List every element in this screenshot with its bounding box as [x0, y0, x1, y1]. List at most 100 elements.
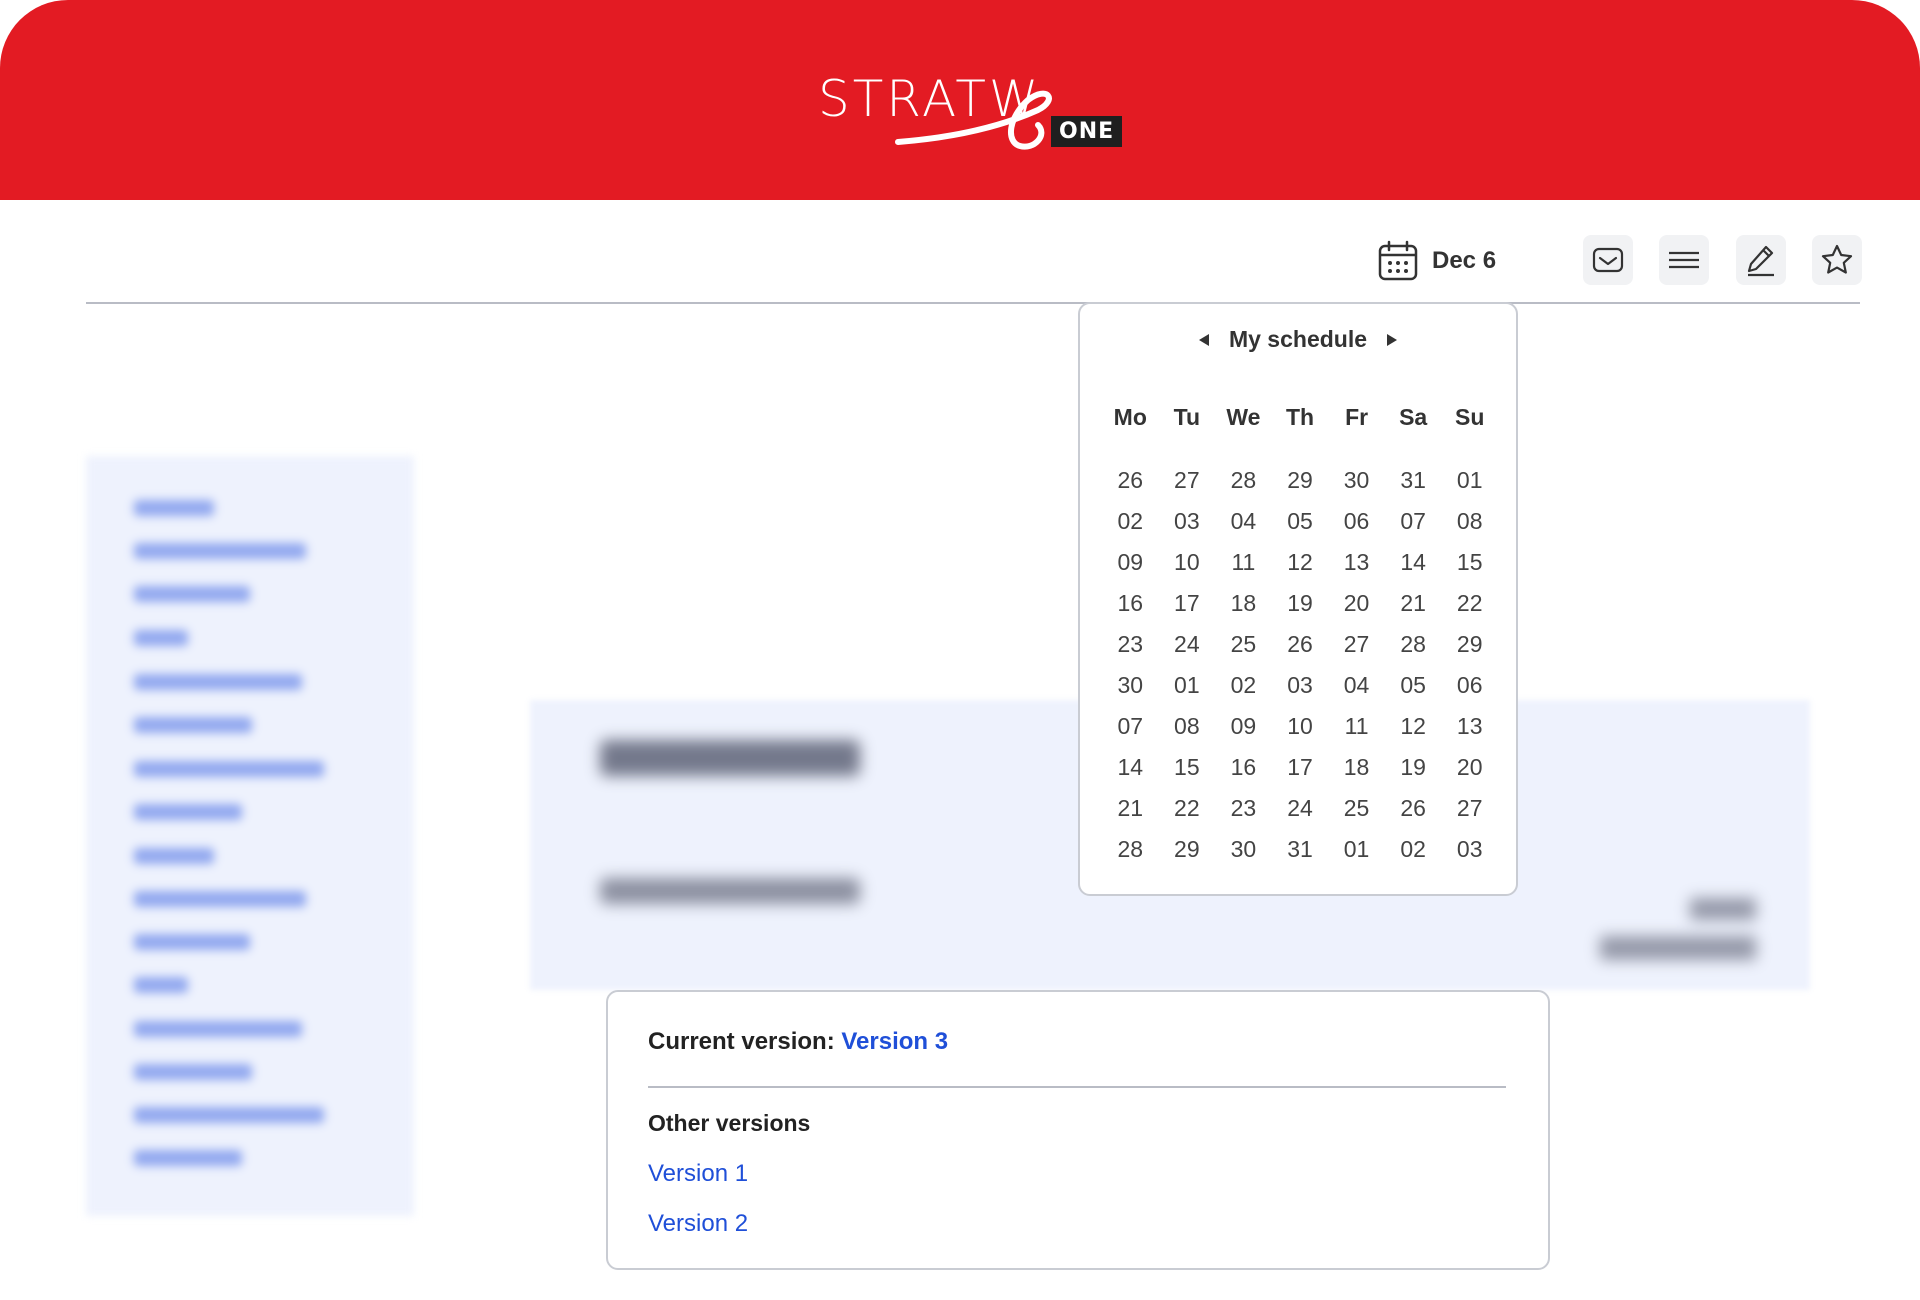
- calendar-day[interactable]: 29: [1441, 630, 1498, 658]
- calendar-day[interactable]: 10: [1159, 548, 1216, 576]
- calendar-day[interactable]: 20: [1328, 589, 1385, 617]
- prev-month-button[interactable]: [1193, 329, 1215, 351]
- calendar-day[interactable]: 09: [1102, 548, 1159, 576]
- calendar-day[interactable]: 20: [1441, 753, 1498, 781]
- calendar-day[interactable]: 27: [1328, 630, 1385, 658]
- triangle-right-icon: [1387, 333, 1398, 346]
- calendar-day[interactable]: 29: [1272, 466, 1329, 494]
- calendar-day[interactable]: 03: [1441, 835, 1498, 863]
- divider: [648, 1086, 1506, 1088]
- other-versions-title: Other versions: [648, 1110, 811, 1136]
- calendar-day[interactable]: 27: [1441, 794, 1498, 822]
- calendar-day[interactable]: 06: [1328, 507, 1385, 535]
- calendar-day[interactable]: 30: [1215, 835, 1272, 863]
- weekday-label: Fr: [1345, 404, 1369, 430]
- calendar-day[interactable]: 21: [1102, 794, 1159, 822]
- blurred-sidebar: [86, 456, 414, 1216]
- calendar-day[interactable]: 28: [1215, 466, 1272, 494]
- schedule-header: My schedule: [1080, 326, 1516, 353]
- calendar-day[interactable]: 01: [1159, 671, 1216, 699]
- calendar-day[interactable]: 12: [1272, 548, 1329, 576]
- calendar-day[interactable]: 24: [1272, 794, 1329, 822]
- calendar-day[interactable]: 18: [1328, 753, 1385, 781]
- version-link-2[interactable]: Version 2: [648, 1210, 748, 1238]
- calendar-day[interactable]: 14: [1385, 548, 1442, 576]
- calendar-day[interactable]: 22: [1159, 794, 1216, 822]
- calendar-day[interactable]: 30: [1102, 671, 1159, 699]
- calendar-day[interactable]: 13: [1328, 548, 1385, 576]
- calendar-day[interactable]: 23: [1102, 630, 1159, 658]
- calendar-day[interactable]: 01: [1328, 835, 1385, 863]
- header-bar: STRATW ONE: [0, 0, 1920, 200]
- calendar-day[interactable]: 03: [1272, 671, 1329, 699]
- calendar-day[interactable]: 15: [1441, 548, 1498, 576]
- calendar-day[interactable]: 08: [1159, 712, 1216, 740]
- calendar-day[interactable]: 02: [1215, 671, 1272, 699]
- date-button[interactable]: Dec 6: [1376, 236, 1496, 286]
- menu-button[interactable]: [1659, 235, 1709, 285]
- calendar-day[interactable]: 25: [1215, 630, 1272, 658]
- calendar-day[interactable]: 22: [1441, 589, 1498, 617]
- calendar-day[interactable]: 19: [1272, 589, 1329, 617]
- toolbar: Dec 6: [86, 200, 1862, 304]
- inbox-icon: [1592, 247, 1624, 273]
- calendar-day[interactable]: 04: [1215, 507, 1272, 535]
- edit-icon: [1747, 245, 1774, 277]
- calendar-day[interactable]: 09: [1215, 712, 1272, 740]
- calendar-day[interactable]: 27: [1159, 466, 1216, 494]
- logo-swash-icon: [895, 90, 1052, 150]
- calendar-day[interactable]: 13: [1441, 712, 1498, 740]
- calendar-day[interactable]: 25: [1328, 794, 1385, 822]
- version-link-1[interactable]: Version 1: [648, 1160, 748, 1188]
- calendar-day[interactable]: 03: [1159, 507, 1216, 535]
- calendar-day[interactable]: 08: [1441, 507, 1498, 535]
- calendar-day[interactable]: 24: [1159, 630, 1216, 658]
- calendar-day[interactable]: 28: [1385, 630, 1442, 658]
- calendar-day[interactable]: 14: [1102, 753, 1159, 781]
- calendar-day[interactable]: 19: [1385, 753, 1442, 781]
- calendar-day[interactable]: 04: [1328, 671, 1385, 699]
- calendar-day[interactable]: 11: [1328, 712, 1385, 740]
- calendar-day[interactable]: 12: [1385, 712, 1442, 740]
- calendar-day[interactable]: 17: [1272, 753, 1329, 781]
- calendar-day[interactable]: 02: [1102, 507, 1159, 535]
- calendar-day[interactable]: 26: [1385, 794, 1442, 822]
- next-month-button[interactable]: [1381, 329, 1403, 351]
- calendar-day[interactable]: 07: [1102, 712, 1159, 740]
- calendar-day[interactable]: 01: [1441, 466, 1498, 494]
- favorite-button[interactable]: [1812, 235, 1862, 285]
- star-icon: [1821, 244, 1853, 274]
- calendar-day[interactable]: 26: [1272, 630, 1329, 658]
- calendar-day[interactable]: 23: [1215, 794, 1272, 822]
- weekday-label: Tu: [1173, 404, 1201, 430]
- calendar-day[interactable]: 02: [1385, 835, 1442, 863]
- calendar-day[interactable]: 16: [1215, 753, 1272, 781]
- brand-logo[interactable]: STRATW ONE: [818, 70, 1123, 150]
- app-frame: STRATW ONE Dec 6 My schedule Mo Tu We Th…: [0, 0, 1920, 1300]
- calendar-day[interactable]: 30: [1328, 466, 1385, 494]
- schedule-title: My schedule: [1228, 326, 1368, 352]
- calendar-day[interactable]: 11: [1215, 548, 1272, 576]
- calendar-day[interactable]: 05: [1385, 671, 1442, 699]
- calendar-day[interactable]: 17: [1159, 589, 1216, 617]
- weekday-label: Su: [1455, 404, 1485, 430]
- logo-badge: ONE: [1051, 116, 1123, 147]
- inbox-button[interactable]: [1583, 235, 1633, 285]
- current-version-link[interactable]: Version 3: [841, 1028, 948, 1055]
- calendar-day[interactable]: 28: [1102, 835, 1159, 863]
- calendar-day[interactable]: 10: [1272, 712, 1329, 740]
- calendar-day[interactable]: 29: [1159, 835, 1216, 863]
- calendar-day[interactable]: 07: [1385, 507, 1442, 535]
- calendar-day[interactable]: 05: [1272, 507, 1329, 535]
- calendar-day[interactable]: 31: [1385, 466, 1442, 494]
- calendar-day[interactable]: 15: [1159, 753, 1216, 781]
- calendar-day[interactable]: 18: [1215, 589, 1272, 617]
- calendar-days: 26 27 28 29 30 31 01 02 03 04 05 06 07 08 09 10 11 12 13 14…: [1102, 466, 1498, 863]
- schedule-popup: My schedule Mo Tu We Th Fr Sa Su 26 27 28 29 30 31 0…: [1078, 302, 1518, 896]
- edit-button[interactable]: [1736, 235, 1786, 285]
- calendar-day[interactable]: 31: [1272, 835, 1329, 863]
- calendar-day[interactable]: 06: [1441, 671, 1498, 699]
- calendar-day[interactable]: 26: [1102, 466, 1159, 494]
- calendar-day[interactable]: 16: [1102, 589, 1159, 617]
- calendar-day[interactable]: 21: [1385, 589, 1442, 617]
